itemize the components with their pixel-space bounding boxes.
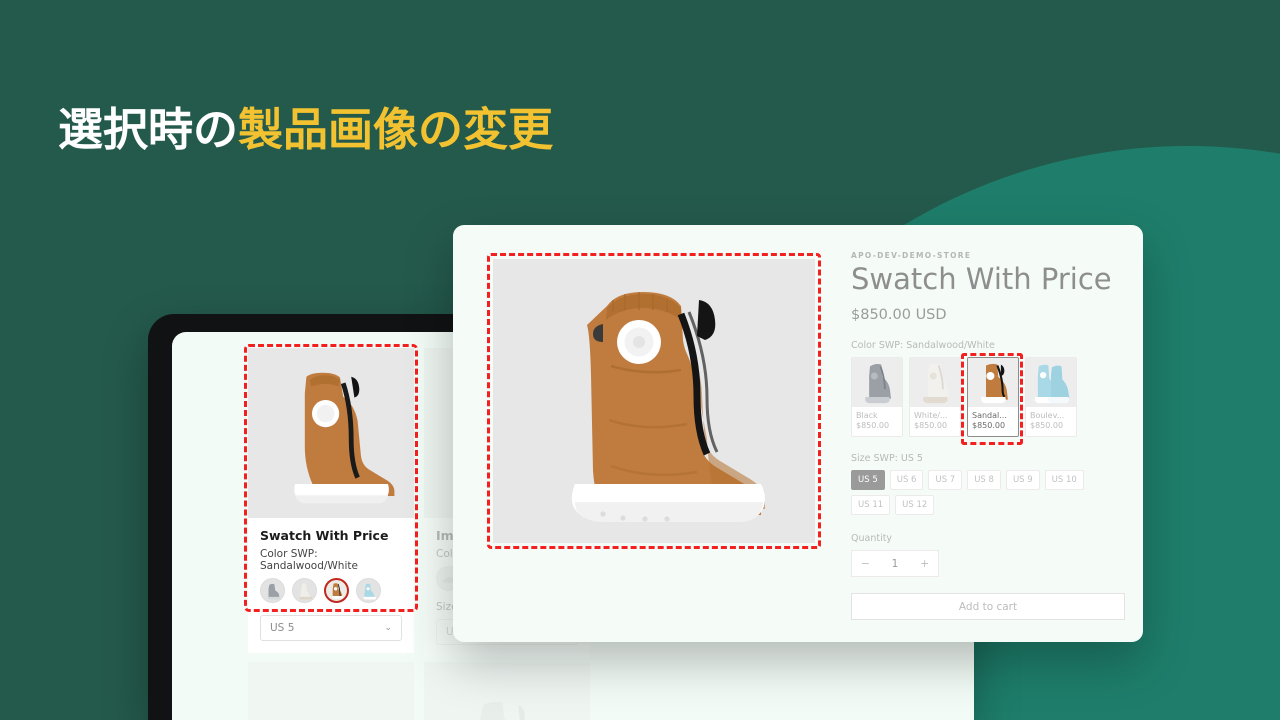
- color-swatch-black[interactable]: Black $850.00: [851, 357, 903, 438]
- headline-white-text: 選択時の: [58, 103, 239, 156]
- add-to-cart-button[interactable]: Add to cart: [851, 593, 1125, 621]
- product-card-option: Color SWP: Sandalwood/White: [260, 548, 358, 572]
- size-button-us-5[interactable]: US 5: [851, 470, 885, 491]
- swatch-meta: Black $850.00: [852, 407, 902, 436]
- size-button-us-9[interactable]: US 9: [1005, 470, 1040, 491]
- promo-banner: 選択時の製品画像の変更 Swatch With Price Color SWP:…: [0, 0, 1280, 720]
- swatch-circle-black[interactable]: [260, 578, 285, 603]
- product-info-panel: APO-DEV-DEMO-STORE Swatch With Price $85…: [851, 243, 1125, 624]
- size-select-value: US 5: [270, 622, 295, 634]
- swatch-circle-white[interactable]: [292, 578, 317, 603]
- quantity-increase-button[interactable]: +: [920, 558, 929, 570]
- product-card-title: Swatch With Price: [260, 528, 389, 543]
- size-button-us-11[interactable]: US 11: [851, 495, 891, 516]
- product-card-swatch-with-price[interactable]: Swatch With Price Color SWP: Sandalwood/…: [248, 348, 414, 653]
- swatch-name: Boulev...: [1030, 411, 1065, 421]
- chevron-down-icon: ⌄: [384, 623, 392, 633]
- product-title: Swatch With Price: [851, 262, 1112, 296]
- size-button-us-12[interactable]: US 12: [895, 495, 935, 516]
- size-button-us-10[interactable]: US 10: [1044, 470, 1084, 491]
- color-swatch-sandalwood-selected[interactable]: Sandal... $850.00: [967, 357, 1019, 438]
- swatch-meta: White/... $850.00: [910, 407, 960, 436]
- product-card-body: Swatch With Price Color SWP: Sandalwood/…: [248, 518, 414, 653]
- swatch-thumbnail: [852, 358, 902, 408]
- product-image: [248, 348, 414, 518]
- product-image: [424, 662, 590, 720]
- size-button-us-6[interactable]: US 6: [889, 470, 924, 491]
- quantity-stepper[interactable]: − 1 +: [851, 550, 939, 578]
- size-button-group: US 5 US 6 US 7 US 8 US 9 US 10 US 11 US …: [851, 470, 1121, 516]
- swatch-name: Sandal...: [972, 411, 1007, 421]
- swatch-meta: Sandal... $850.00: [968, 407, 1018, 436]
- swatch-meta: Boulev... $850.00: [1026, 407, 1076, 436]
- color-option-label: Color SWP: Sandalwood/White: [851, 340, 995, 352]
- product-price: $850.00 USD: [851, 307, 947, 324]
- product-card-bottom-left[interactable]: [248, 662, 414, 720]
- color-swatch-boulevard[interactable]: Boulev... $850.00: [1025, 357, 1077, 438]
- swatch-thumbnail: [1026, 358, 1076, 408]
- product-detail-card: APO-DEV-DEMO-STORE Swatch With Price $85…: [453, 225, 1143, 642]
- product-image: [248, 662, 414, 720]
- store-vendor-label: APO-DEV-DEMO-STORE: [851, 251, 972, 260]
- size-option-label: Size SWP: US 5: [851, 453, 923, 465]
- swatch-circle-sandalwood-selected[interactable]: [324, 578, 349, 603]
- swatch-circle-boulevard[interactable]: [356, 578, 381, 603]
- headline-yellow-text: 製品画像の変更: [238, 103, 554, 156]
- product-gallery-area: [475, 243, 833, 624]
- product-card-bottom-right[interactable]: [424, 662, 590, 720]
- color-swatch-list: Black $850.00 White/... $850.00 Sandal..…: [851, 353, 1125, 446]
- product-main-image[interactable]: [493, 259, 815, 543]
- swatch-price: $850.00: [972, 421, 1006, 431]
- color-swatch-white[interactable]: White/... $850.00: [909, 357, 961, 438]
- size-button-us-8[interactable]: US 8: [967, 470, 1001, 491]
- swatch-thumbnail: [968, 358, 1018, 408]
- swatch-name: Black: [856, 411, 878, 421]
- quantity-value[interactable]: 1: [892, 558, 899, 570]
- size-select-dropdown[interactable]: US 5 ⌄: [260, 615, 402, 641]
- quantity-label: Quantity: [851, 533, 893, 545]
- swatch-price: $850.00: [914, 421, 948, 431]
- swatch-thumbnail: [910, 358, 960, 408]
- product-card-swatches[interactable]: [260, 578, 402, 603]
- quantity-decrease-button[interactable]: −: [861, 558, 870, 570]
- page-title: 選択時の製品画像の変更: [58, 102, 553, 158]
- size-button-us-7[interactable]: US 7: [928, 470, 963, 491]
- swatch-name: White/...: [914, 411, 948, 421]
- swatch-price: $850.00: [856, 421, 890, 431]
- swatch-price: $850.00: [1030, 421, 1064, 431]
